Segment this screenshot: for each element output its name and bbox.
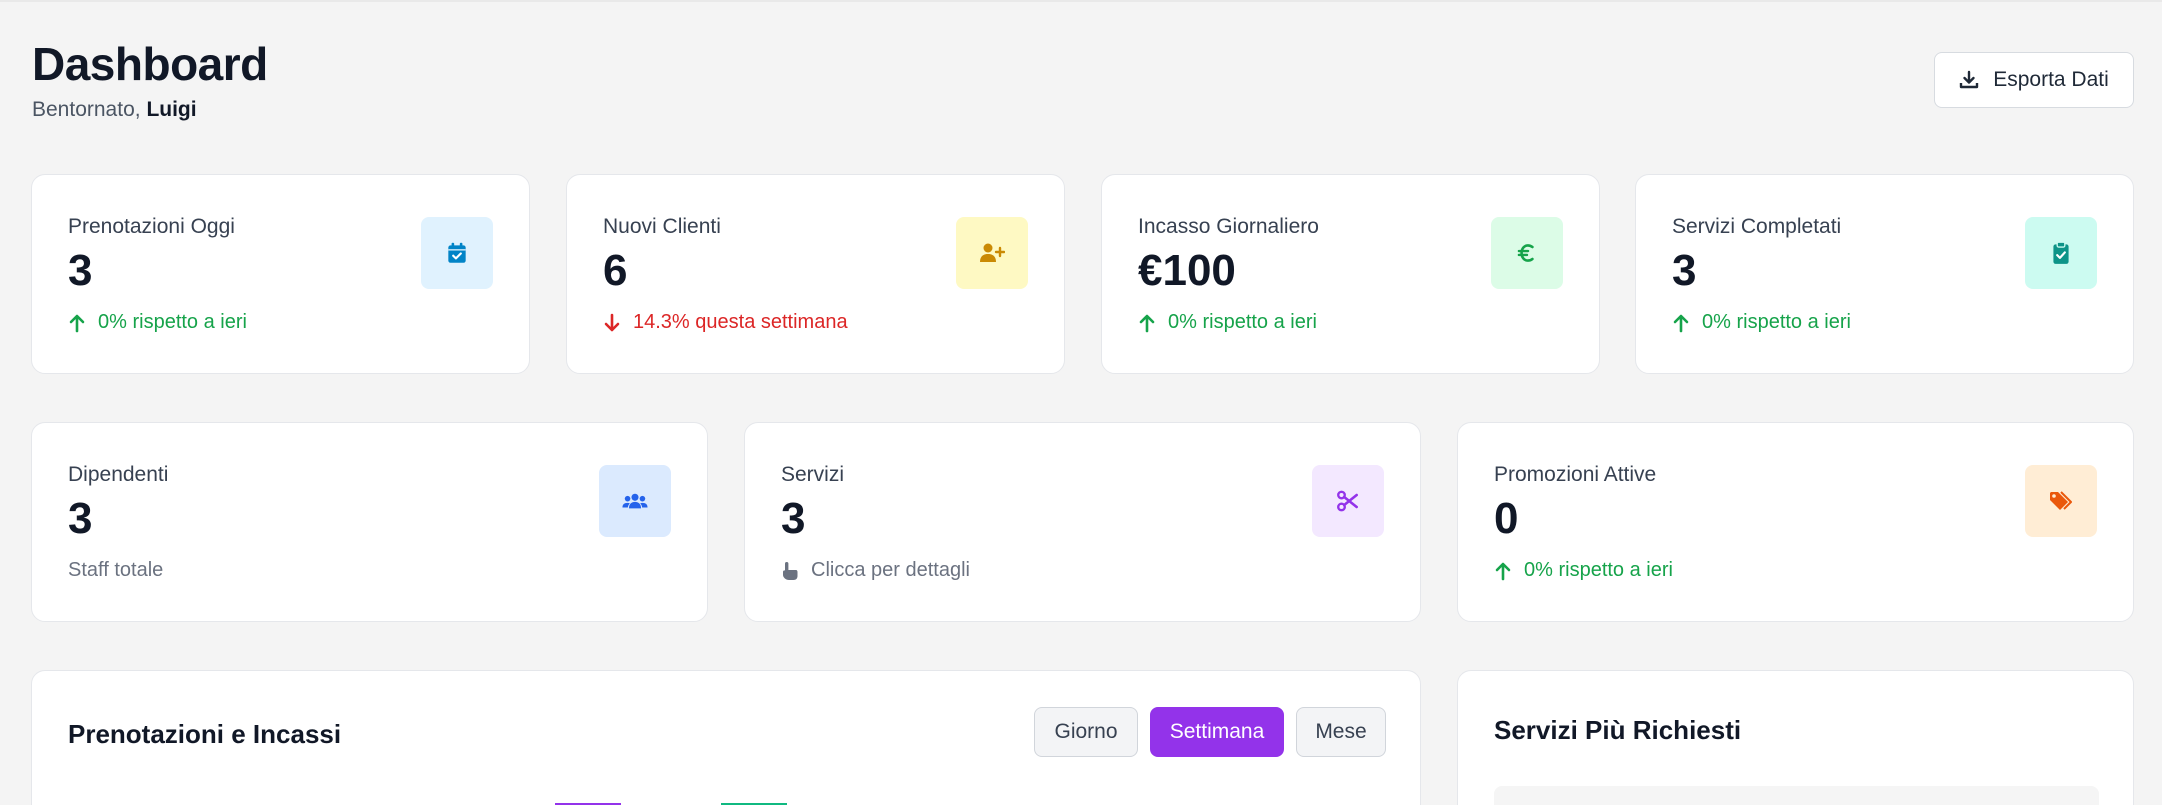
- stat-icon-box: [599, 465, 671, 537]
- stat-icon-box: [956, 217, 1028, 289]
- users-icon: [622, 493, 648, 509]
- stat-card-dipendenti[interactable]: Dipendenti 3 Staff totale: [31, 422, 708, 622]
- stat-label: Servizi: [781, 463, 845, 486]
- calendar-check-icon: [448, 242, 466, 263]
- stat-trend: 14.3% questa settimana: [603, 311, 848, 334]
- panel-title: Prenotazioni e Incassi: [68, 719, 342, 749]
- stat-card-nuovi-clienti[interactable]: Nuovi Clienti 6 14.3% questa settimana: [566, 174, 1065, 374]
- stat-trend: 0% rispetto a ieri: [1494, 559, 1673, 582]
- download-icon: [1960, 70, 1979, 89]
- stat-card-prenotazioni-oggi[interactable]: Prenotazioni Oggi 3 0% rispetto a ieri: [31, 174, 530, 374]
- arrow-up-icon: [1139, 314, 1155, 332]
- stat-trend-text: 0% rispetto a ieri: [1702, 311, 1851, 333]
- arrow-up-icon: [69, 314, 85, 332]
- stat-trend: 0% rispetto a ieri: [68, 311, 247, 334]
- stat-value: 0: [1494, 494, 1519, 543]
- period-button-giorno[interactable]: Giorno: [1034, 707, 1138, 757]
- stat-label: Nuovi Clienti: [603, 215, 721, 238]
- stat-value: 3: [68, 494, 93, 543]
- stat-value: €100: [1138, 246, 1236, 295]
- stat-trend: 0% rispetto a ieri: [1672, 311, 1851, 334]
- top-services-panel: Servizi Più Richiesti: [1457, 670, 2134, 805]
- stat-foot-text: Staff totale: [68, 559, 164, 581]
- arrow-down-icon: [604, 313, 620, 331]
- arrow-up-icon: [1495, 562, 1511, 580]
- stat-value: 6: [603, 246, 628, 295]
- welcome-message: Bentornato, Luigi: [32, 98, 268, 122]
- page-title: Dashboard: [32, 38, 268, 90]
- dashboard-page: Dashboard Bentornato, Luigi Esporta Dati…: [0, 0, 2162, 805]
- tags-icon: [2050, 491, 2072, 510]
- panel-title: Servizi Più Richiesti: [1494, 715, 1742, 745]
- stat-trend-text: 0% rispetto a ieri: [98, 311, 247, 333]
- stat-trend-text: 14.3% questa settimana: [633, 311, 848, 333]
- arrow-up-icon: [1673, 314, 1689, 332]
- stat-foot-text: Clicca per dettagli: [811, 559, 970, 581]
- export-data-label: Esporta Dati: [1993, 68, 2109, 91]
- stat-foot: Staff totale: [68, 559, 163, 582]
- stat-label: Promozioni Attive: [1494, 463, 1657, 486]
- greeting-text: Bentornato,: [32, 98, 141, 121]
- scissors-icon: [1337, 490, 1358, 512]
- stat-value: 3: [781, 494, 806, 543]
- export-data-button[interactable]: Esporta Dati: [1934, 52, 2134, 108]
- bookings-revenue-panel: Prenotazioni e Incassi Giorno Settimana …: [31, 670, 1421, 805]
- stat-card-servizi-completati[interactable]: Servizi Completati 3 0% rispetto a ieri: [1635, 174, 2134, 374]
- stat-value: 3: [1672, 246, 1697, 295]
- period-button-mese[interactable]: Mese: [1296, 707, 1386, 757]
- stat-icon-box: [1312, 465, 1384, 537]
- user-plus-icon: [980, 243, 1005, 262]
- stat-card-incasso-giornaliero[interactable]: Incasso Giornaliero €100 0% rispetto a i…: [1101, 174, 1600, 374]
- stat-icon-box: [2025, 217, 2097, 289]
- euro-icon: [1517, 244, 1534, 262]
- stat-label: Dipendenti: [68, 463, 169, 486]
- stat-label: Incasso Giornaliero: [1138, 215, 1319, 238]
- services-list-placeholder: [1494, 786, 2099, 805]
- stat-card-promozioni-attive[interactable]: Promozioni Attive 0 0% rispetto a ieri: [1457, 422, 2134, 622]
- stat-trend-text: 0% rispetto a ieri: [1168, 311, 1317, 333]
- stat-icon-box: [421, 217, 493, 289]
- stat-value: 3: [68, 246, 93, 295]
- stat-trend: 0% rispetto a ieri: [1138, 311, 1317, 334]
- stat-label: Prenotazioni Oggi: [68, 215, 235, 238]
- stat-icon-box: [1491, 217, 1563, 289]
- stat-foot: Clicca per dettagli: [781, 559, 970, 582]
- stat-trend-text: 0% rispetto a ieri: [1524, 559, 1673, 581]
- pointing-hand-icon: [783, 561, 798, 580]
- stat-label: Servizi Completati: [1672, 215, 1842, 238]
- stat-card-servizi[interactable]: Servizi 3 Clicca per dettagli: [744, 422, 1421, 622]
- user-name: Luigi: [146, 98, 197, 121]
- period-button-settimana[interactable]: Settimana: [1150, 707, 1284, 757]
- page-header: Dashboard Bentornato, Luigi: [32, 36, 268, 122]
- clipboard-check-icon: [2053, 241, 2069, 264]
- stat-icon-box: [2025, 465, 2097, 537]
